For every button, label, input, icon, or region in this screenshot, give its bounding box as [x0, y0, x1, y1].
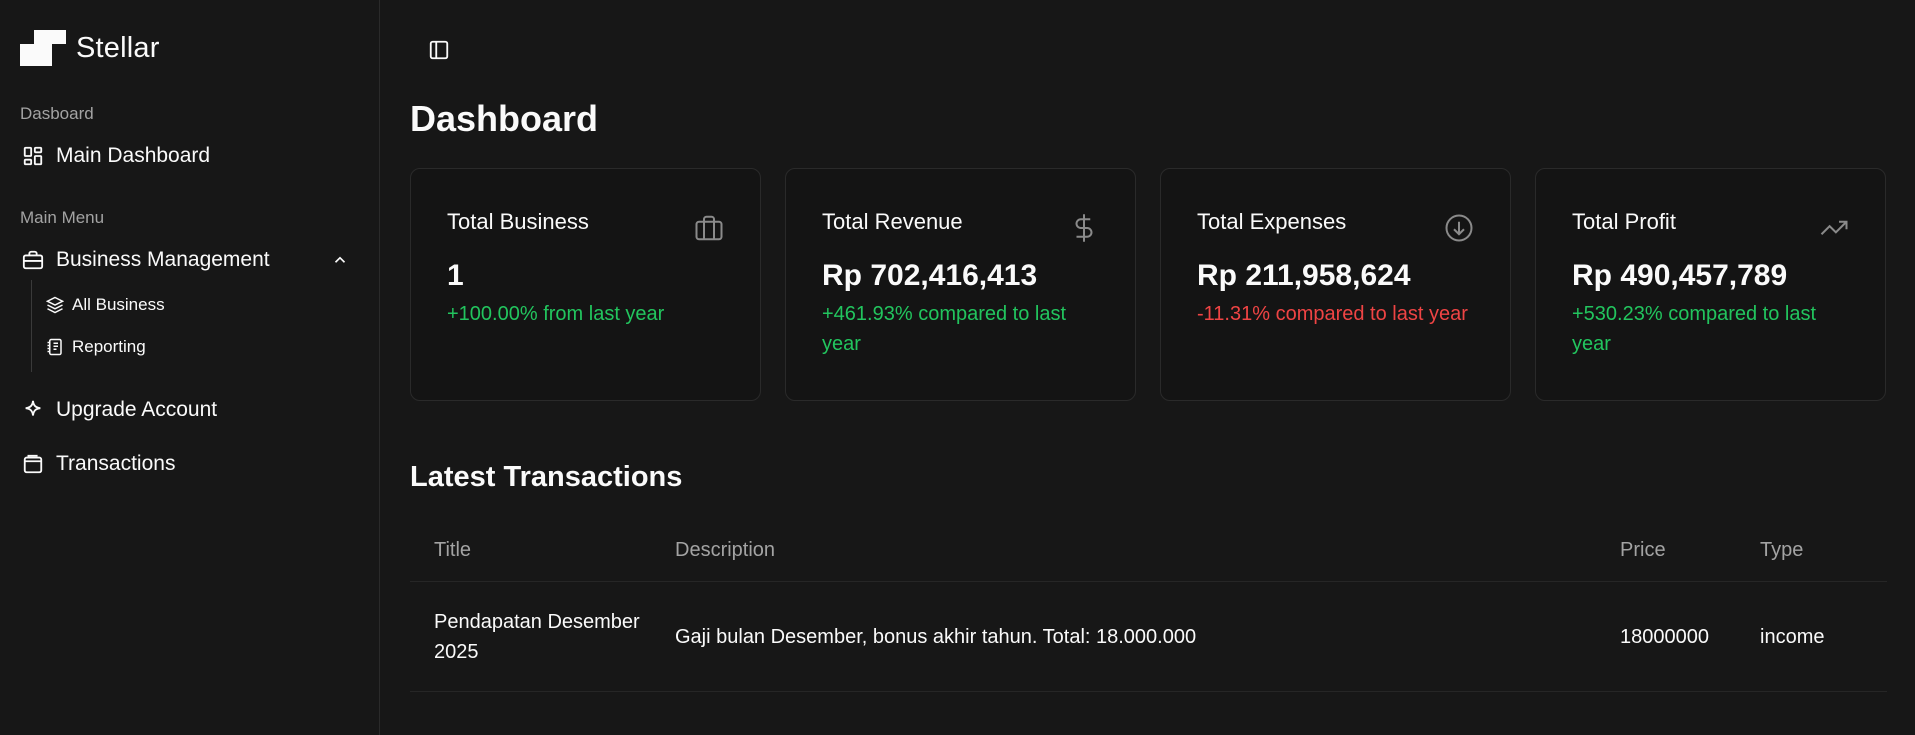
card-change: +461.93% compared to last year — [822, 303, 1067, 355]
cell-title: Pendapatan Desember 2025 — [434, 610, 640, 663]
cell-price: 18000000 — [1620, 625, 1709, 648]
brand-name: Stellar — [76, 31, 160, 64]
app-root: Stellar Dasboard Main Dashboard Main Men… — [0, 0, 1915, 735]
stat-cards: Total Business 1 +100.00% from last year… — [410, 168, 1887, 401]
column-header-price[interactable]: Price — [1620, 539, 1760, 562]
sidebar-item-business-management[interactable]: Business Management — [20, 240, 359, 280]
stellar-logo-icon — [20, 30, 66, 66]
main-content: Dashboard Total Business 1 +100.00% from… — [380, 0, 1915, 735]
stat-card-total-revenue: Total Revenue Rp 702,416,413 +461.93% co… — [785, 168, 1136, 401]
sidebar-item-main-dashboard[interactable]: Main Dashboard — [20, 136, 359, 176]
page-title: Dashboard — [410, 98, 599, 139]
brand-logo[interactable]: Stellar — [20, 28, 359, 68]
card-title: Total Revenue — [822, 209, 963, 234]
sidebar-group-label-dashboard: Dasboard — [20, 104, 94, 123]
chevron-up-icon[interactable] — [331, 251, 349, 269]
briefcase-icon — [695, 215, 723, 241]
sidebar-group-label-main-menu: Main Menu — [20, 208, 105, 227]
card-change: -11.31% compared to last year — [1197, 303, 1468, 325]
table-header: Title Description Price Type — [410, 520, 1887, 582]
layers-icon — [46, 296, 64, 314]
card-value: Rp 702,416,413 — [822, 259, 1038, 292]
business-submenu: All Business Reporting — [31, 280, 359, 372]
cell-description: Gaji bulan Desember, bonus akhir tahun. … — [675, 625, 1197, 648]
card-title: Total Profit — [1572, 209, 1676, 234]
sidebar-item-transactions[interactable]: Transactions — [20, 444, 359, 484]
stat-card-total-profit: Total Profit Rp 490,457,789 +530.23% com… — [1535, 168, 1886, 401]
trending-up-icon — [1820, 220, 1848, 235]
card-value: Rp 211,958,624 — [1197, 259, 1411, 292]
column-header-title[interactable]: Title — [410, 539, 675, 562]
arrow-down-circle-icon — [1445, 214, 1473, 242]
card-value: 1 — [447, 259, 464, 292]
topbar — [410, 0, 1887, 100]
stat-card-total-expenses: Total Expenses Rp 211,958,624 -11.31% co… — [1160, 168, 1511, 401]
card-title: Total Expenses — [1197, 209, 1347, 234]
table-row[interactable]: Pendapatan Desember 2025 Gaji bulan Dese… — [410, 582, 1887, 692]
sidebar-toggle-icon[interactable] — [428, 39, 450, 61]
transactions-table: Title Description Price Type Pendapatan … — [410, 520, 1887, 692]
column-header-description[interactable]: Description — [675, 539, 1620, 562]
sidebar-item-label: Business Management — [56, 248, 270, 271]
dashboard-grid-icon — [23, 146, 43, 166]
column-header-type[interactable]: Type — [1760, 539, 1880, 562]
sidebar-subitem-reporting[interactable]: Reporting — [46, 326, 359, 368]
dollar-icon — [1075, 214, 1093, 242]
notebook-icon — [47, 338, 62, 356]
card-title: Total Business — [447, 209, 589, 234]
section-title-latest-transactions: Latest Transactions — [410, 461, 683, 493]
cell-type: income — [1760, 625, 1825, 648]
card-change: +530.23% compared to last year — [1572, 303, 1817, 355]
sidebar-item-label: Transactions — [56, 452, 176, 475]
sidebar-subitem-all-business[interactable]: All Business — [46, 284, 359, 326]
wallet-icon — [23, 454, 43, 474]
stat-card-total-business: Total Business 1 +100.00% from last year — [410, 168, 761, 401]
sidebar: Stellar Dasboard Main Dashboard Main Men… — [0, 0, 380, 735]
sidebar-subitem-label: All Business — [72, 295, 165, 314]
card-value: Rp 490,457,789 — [1572, 259, 1788, 292]
briefcase-icon — [22, 250, 44, 270]
sidebar-subitem-label: Reporting — [72, 337, 146, 356]
sidebar-item-label: Upgrade Account — [56, 398, 218, 421]
sidebar-item-upgrade-account[interactable]: Upgrade Account — [20, 390, 359, 430]
card-change: +100.00% from last year — [447, 303, 665, 325]
sparkle-icon — [25, 400, 41, 416]
sidebar-item-label: Main Dashboard — [56, 144, 211, 167]
